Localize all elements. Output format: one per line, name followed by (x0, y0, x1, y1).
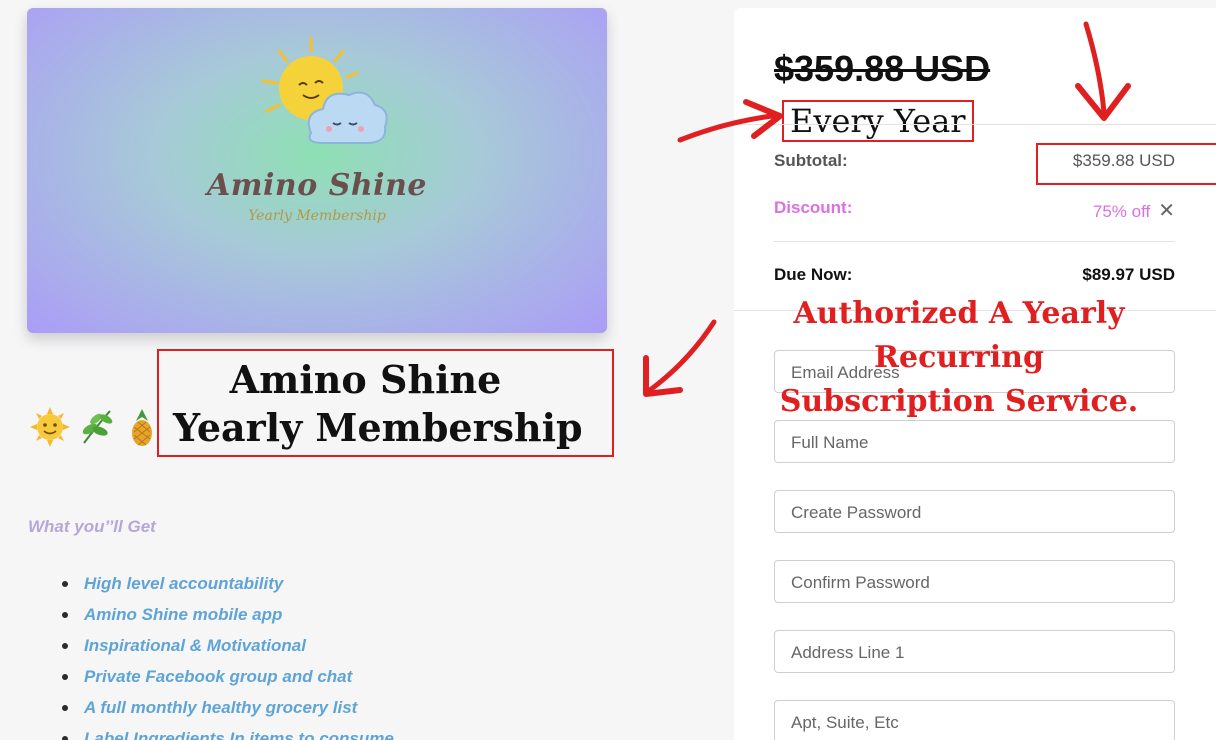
feature-item: A full monthly healthy grocery list (60, 698, 394, 729)
product-image-card: Amino Shine Yearly Membership (27, 8, 607, 333)
billing-period: Every Year (782, 100, 974, 142)
arrow-to-every-year-icon (677, 99, 783, 143)
arrow-to-title-icon (643, 319, 717, 397)
feature-item: Label Ingredients In items to consume (60, 729, 394, 740)
annotation-line1: Authorized A Yearly Recurring (793, 296, 1125, 375)
confirm-password-field[interactable]: Confirm Password (774, 560, 1175, 603)
card-brand-text: Amino Shine (207, 168, 427, 203)
address-line1-field[interactable]: Address Line 1 (774, 630, 1175, 673)
discount-value-wrap: 75% off ✕ (1093, 198, 1175, 223)
product-title: Amino Shine (229, 357, 502, 402)
divider (734, 124, 1216, 125)
remove-discount-icon[interactable]: ✕ (1158, 200, 1175, 222)
feature-item: Private Facebook group and chat (60, 667, 394, 698)
card-subtitle: Yearly Membership (248, 208, 386, 224)
due-value: $89.97 USD (1082, 265, 1175, 284)
subtotal-annotation-box (1036, 143, 1216, 185)
product-title-annotation-box: Amino Shine Yearly Membership (157, 349, 614, 457)
arrow-to-subtotal-icon (1075, 21, 1131, 121)
sun-cloud-logo-icon (261, 36, 388, 144)
original-price: $359.88 USD (774, 48, 991, 89)
emoji-row (28, 405, 164, 449)
divider (774, 241, 1175, 242)
due-label: Due Now: (774, 265, 853, 284)
features-list: High level accountability Amino Shine mo… (60, 574, 394, 740)
full-name-field[interactable]: Full Name (774, 420, 1175, 463)
address-line2-field[interactable]: Apt, Suite, Etc (774, 700, 1175, 740)
discount-value: 75% off (1092, 202, 1151, 221)
annotation-line2: Subscription Service. (779, 384, 1139, 419)
feature-item: High level accountability (60, 574, 394, 605)
subtotal-label: Subtotal: (774, 151, 848, 170)
annotation-text: Authorized A Yearly Recurring Subscripti… (744, 292, 1174, 424)
sun-with-face-icon (30, 407, 70, 447)
create-password-field[interactable]: Create Password (774, 490, 1175, 533)
herb-icon (82, 410, 113, 444)
features-heading: What you’’ll Get (28, 517, 156, 536)
product-subtitle: Yearly Membership (173, 405, 583, 450)
feature-item: Amino Shine mobile app (60, 605, 394, 636)
discount-label: Discount: (774, 198, 853, 217)
feature-item: Inspirational & Motivational (60, 636, 394, 667)
